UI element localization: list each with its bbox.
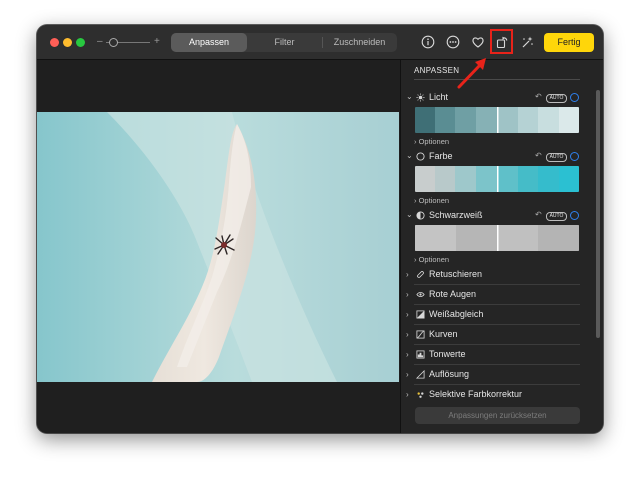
auto-button-schwarzweiss[interactable]: AUTO xyxy=(546,212,567,221)
schwarzweiss-preview-strip[interactable] xyxy=(415,225,579,251)
zoom-slider[interactable]: – + xyxy=(97,35,161,49)
chevron-right-icon: › xyxy=(406,290,409,299)
selective-color-icon xyxy=(417,392,424,398)
revert-icon[interactable]: ↶ xyxy=(535,151,542,160)
more-icon[interactable] xyxy=(446,35,460,49)
sidebar-header: ANPASSEN xyxy=(414,66,460,75)
adjust-sidebar: ANPASSEN ⌄ Licht ↶ AUTO › Optionen ⌄ Far… xyxy=(400,60,603,433)
levels-icon xyxy=(416,350,425,359)
toggle-circle-farbe[interactable] xyxy=(570,152,579,161)
optionen-schwarzweiss-label: Optionen xyxy=(418,255,450,264)
auto-button-farbe[interactable]: AUTO xyxy=(546,153,567,162)
info-icon[interactable] xyxy=(421,35,435,49)
row-tonwerte[interactable]: › Tonwerte xyxy=(401,345,603,365)
tab-zuschneiden[interactable]: Zuschneiden xyxy=(322,33,397,52)
chevron-right-icon: › xyxy=(406,390,409,398)
optionen-farbe[interactable]: › Optionen xyxy=(414,196,449,205)
section-farbe-title[interactable]: Farbe xyxy=(429,151,453,161)
photo[interactable] xyxy=(37,112,399,382)
zoom-minus-label: – xyxy=(97,36,103,47)
done-button[interactable]: Fertig xyxy=(544,33,594,52)
chevron-right-icon: › xyxy=(406,330,409,339)
toggle-circle-licht[interactable] xyxy=(570,93,579,102)
row-label: Auflösung xyxy=(429,369,470,379)
toggle-circle-schwarzweiss[interactable] xyxy=(570,211,579,220)
optionen-licht-label: Optionen xyxy=(418,137,450,146)
curves-icon xyxy=(416,330,425,339)
row-label: Weißabgleich xyxy=(429,309,484,319)
optionen-licht[interactable]: › Optionen xyxy=(414,137,449,146)
sidebar-header-divider xyxy=(414,79,580,80)
annotation-arrow-icon xyxy=(457,58,486,89)
row-rote-augen[interactable]: › Rote Augen xyxy=(401,285,603,305)
zoom-knob[interactable] xyxy=(109,38,118,47)
half-circle-icon xyxy=(416,211,425,220)
schwarzweiss-strip-image xyxy=(415,225,579,251)
eye-icon xyxy=(416,292,425,297)
tab-anpassen[interactable]: Anpassen xyxy=(171,33,247,52)
photo-image xyxy=(37,112,399,382)
reset-adjustments-button[interactable]: Anpassungen zurücksetzen xyxy=(415,407,580,424)
auto-enhance-magic-wand-icon[interactable] xyxy=(520,35,534,49)
row-label: Retuschieren xyxy=(429,269,483,279)
revert-icon[interactable]: ↶ xyxy=(535,92,542,101)
optionen-schwarzweiss[interactable]: › Optionen xyxy=(414,255,449,264)
tab-filter[interactable]: Filter xyxy=(247,33,322,52)
auto-button-licht[interactable]: AUTO xyxy=(546,94,567,103)
rotate-button-highlight xyxy=(490,29,513,54)
chevron-down-icon[interactable]: ⌄ xyxy=(406,151,413,160)
white-balance-icon xyxy=(416,310,425,319)
optionen-farbe-label: Optionen xyxy=(418,196,450,205)
bandage-icon xyxy=(417,271,424,278)
photo-canvas xyxy=(37,60,399,433)
licht-preview-strip[interactable] xyxy=(415,107,579,133)
farbe-strip-image xyxy=(415,166,579,192)
favorite-heart-icon[interactable] xyxy=(471,35,485,49)
chevron-right-icon: › xyxy=(406,350,409,359)
row-aufloesung[interactable]: › Auflösung xyxy=(401,365,603,385)
chevron-right-icon: › xyxy=(406,310,409,319)
edit-mode-segmented-control: Anpassen Filter Zuschneiden xyxy=(171,33,397,52)
color-circle-icon xyxy=(416,152,425,161)
revert-icon[interactable]: ↶ xyxy=(535,210,542,219)
section-licht-title[interactable]: Licht xyxy=(429,92,448,102)
close-window-button[interactable] xyxy=(50,38,59,47)
definition-icon xyxy=(416,370,425,379)
photos-edit-window: – + Anpassen Filter Zuschneiden Fertig A… xyxy=(37,25,603,433)
row-label: Tonwerte xyxy=(429,349,466,359)
sun-icon xyxy=(416,93,425,102)
row-label: Kurven xyxy=(429,329,458,339)
toolbar: – + Anpassen Filter Zuschneiden Fertig xyxy=(37,25,603,60)
row-label: Rote Augen xyxy=(429,289,477,299)
fullscreen-window-button[interactable] xyxy=(76,38,85,47)
sidebar-scrollbar[interactable] xyxy=(596,90,600,338)
row-label: Selektive Farbkorrektur xyxy=(429,389,523,398)
row-weissabgleich[interactable]: › Weißabgleich xyxy=(401,305,603,325)
section-schwarzweiss-title[interactable]: Schwarzweiß xyxy=(429,210,483,220)
chevron-down-icon[interactable]: ⌄ xyxy=(406,92,413,101)
licht-strip-image xyxy=(415,107,579,133)
row-kurven[interactable]: › Kurven xyxy=(401,325,603,345)
row-retuschieren[interactable]: › Retuschieren xyxy=(401,265,603,285)
chevron-right-icon: › xyxy=(406,270,409,279)
zoom-plus-label: + xyxy=(154,36,160,47)
row-selektive-farbkorrektur[interactable]: › Selektive Farbkorrektur xyxy=(401,385,603,398)
minimize-window-button[interactable] xyxy=(63,38,72,47)
farbe-preview-strip[interactable] xyxy=(415,166,579,192)
chevron-right-icon: › xyxy=(406,370,409,379)
chevron-down-icon[interactable]: ⌄ xyxy=(406,210,413,219)
